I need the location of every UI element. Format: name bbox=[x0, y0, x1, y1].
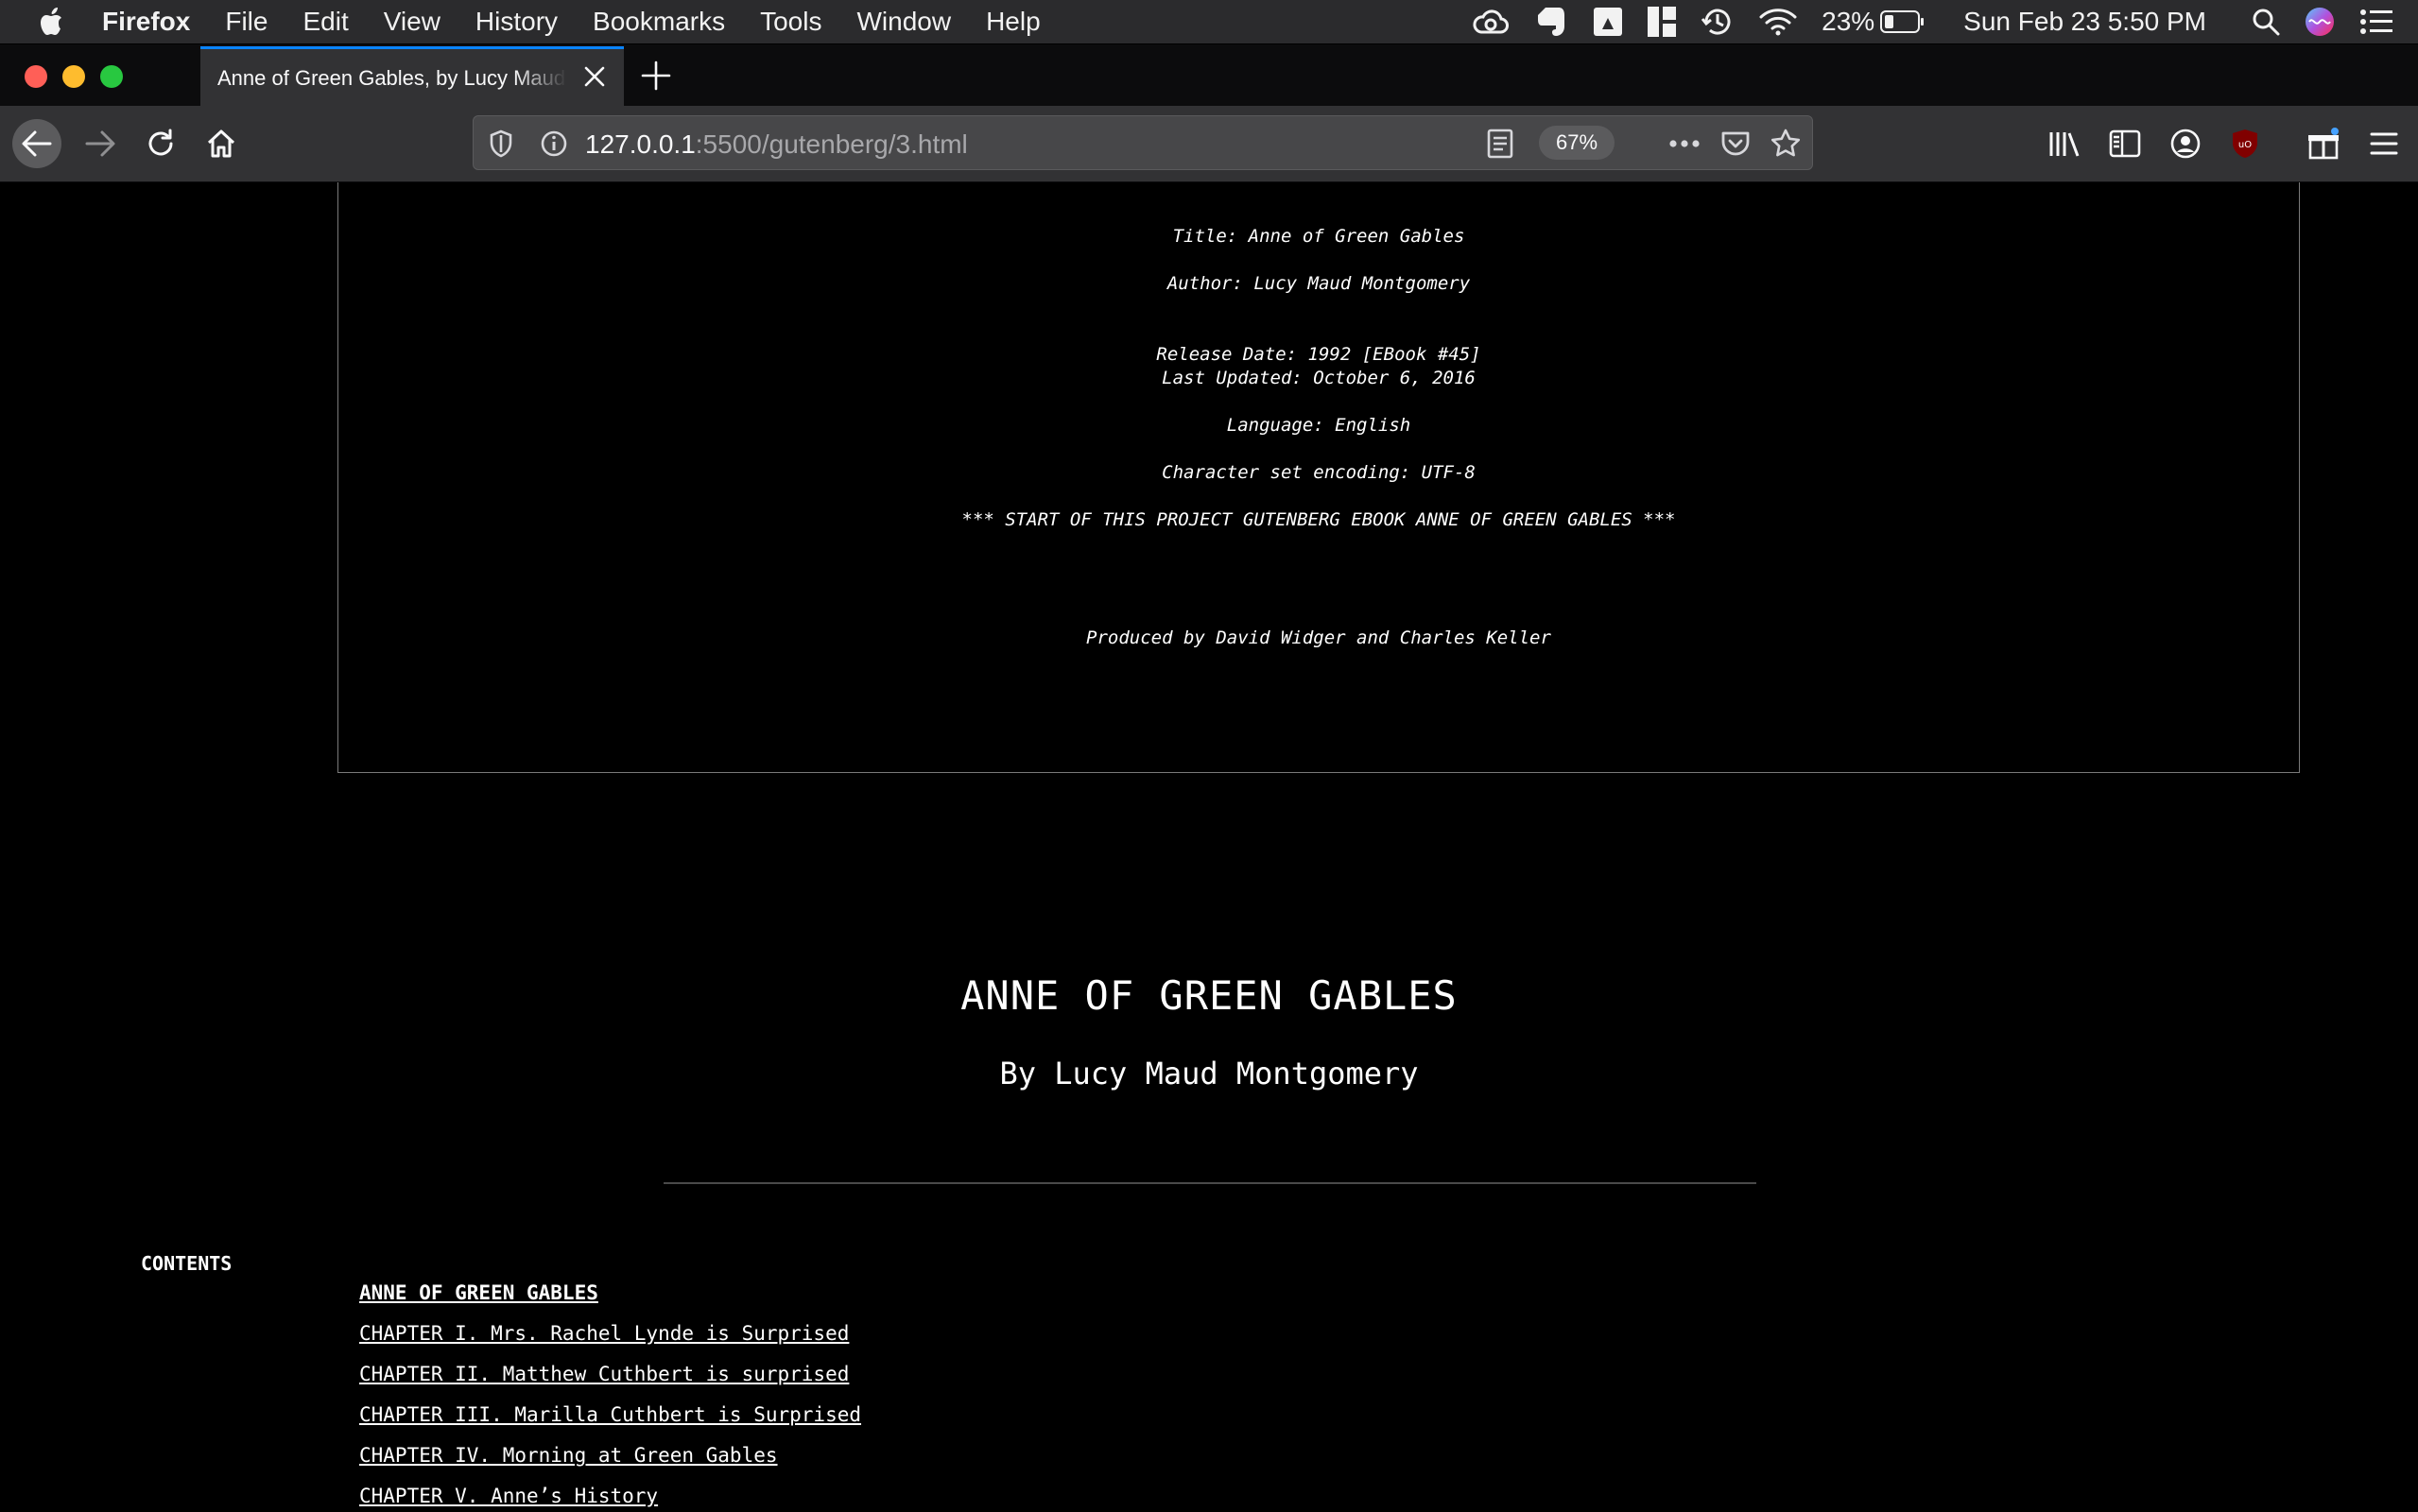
book-byline: By Lucy Maud Montgomery bbox=[999, 1056, 1419, 1091]
toc-item: ANNE OF GREEN GABLES bbox=[359, 1281, 861, 1322]
spotlight-search-icon[interactable] bbox=[2252, 8, 2280, 36]
page-actions-icon[interactable] bbox=[1668, 128, 1701, 160]
header-release-date: Release Date: 1992 [EBook #45] bbox=[1156, 344, 1481, 365]
toc-item: CHAPTER II. Matthew Cuthbert is surprise… bbox=[359, 1363, 861, 1403]
header-title: Title: Anne of Green Gables bbox=[1172, 226, 1465, 247]
header-start-marker: *** START OF THIS PROJECT GUTENBERG EBOO… bbox=[961, 509, 1676, 530]
site-info-icon[interactable] bbox=[538, 128, 570, 160]
header-encoding: Character set encoding: UTF-8 bbox=[1162, 462, 1476, 483]
reload-icon bbox=[148, 129, 173, 156]
gutenberg-header-box: Title: Anne of Green Gables Author: Lucy… bbox=[337, 182, 2300, 773]
zoom-level-button[interactable]: 67% bbox=[1539, 126, 1615, 160]
window-minimize-button[interactable] bbox=[62, 65, 85, 88]
header-produced-by: Produced by David Widger and Charles Kel… bbox=[1086, 627, 1551, 648]
section-divider bbox=[664, 1182, 1756, 1184]
menu-window[interactable]: Window bbox=[856, 7, 951, 37]
contents-heading: CONTENTS bbox=[141, 1252, 233, 1275]
battery-percent: 23% bbox=[1822, 7, 1875, 36]
sidebar-toggle-icon[interactable] bbox=[2108, 127, 2142, 161]
menubar-clock[interactable]: Sun Feb 23 5:50 PM bbox=[1963, 7, 2206, 37]
url-text[interactable]: 127.0.0.1:5500/gutenberg/3.html bbox=[585, 129, 968, 160]
battery-icon bbox=[1880, 10, 1925, 33]
menu-help[interactable]: Help bbox=[986, 7, 1041, 37]
toc-link-chapter-4[interactable]: CHAPTER IV. Morning at Green Gables bbox=[359, 1444, 778, 1467]
tab-title: Anne of Green Gables, by Lucy Maud Montg… bbox=[217, 65, 567, 90]
url-path: :5500/gutenberg/3.html bbox=[695, 129, 968, 159]
toc-item: CHAPTER IV. Morning at Green Gables bbox=[359, 1444, 861, 1485]
forward-button[interactable] bbox=[76, 119, 125, 168]
wifi-icon[interactable] bbox=[1759, 8, 1797, 36]
magnet-icon[interactable] bbox=[1648, 7, 1677, 37]
menu-edit[interactable]: Edit bbox=[302, 7, 348, 37]
siri-icon[interactable] bbox=[2305, 7, 2335, 37]
new-tab-icon[interactable] bbox=[640, 60, 672, 92]
page-content[interactable]: Title: Anne of Green Gables Author: Lucy… bbox=[0, 182, 2418, 1512]
menu-bookmarks[interactable]: Bookmarks bbox=[593, 7, 725, 37]
bookmark-star-icon[interactable] bbox=[1770, 128, 1802, 160]
navigation-toolbar: 127.0.0.1:5500/gutenberg/3.html 67% uO bbox=[0, 106, 2418, 182]
reload-button[interactable] bbox=[136, 119, 185, 168]
status-menus: 23% Sun Feb 23 5:50 PM bbox=[1472, 0, 2418, 43]
toc-link-book-title[interactable]: ANNE OF GREEN GABLES bbox=[359, 1281, 598, 1304]
window-zoom-button[interactable] bbox=[100, 65, 123, 88]
creative-cloud-icon[interactable] bbox=[1472, 8, 1510, 36]
tab-close-icon[interactable] bbox=[582, 64, 607, 89]
toc-link-chapter-5[interactable]: CHAPTER V. Anne’s History bbox=[359, 1485, 658, 1507]
macos-menu-bar: Firefox File Edit View History Bookmarks… bbox=[0, 0, 2418, 43]
hamburger-menu-icon[interactable] bbox=[2367, 127, 2401, 161]
svg-text:uO: uO bbox=[2238, 140, 2252, 150]
home-button[interactable] bbox=[197, 119, 246, 168]
toc-link-chapter-3[interactable]: CHAPTER III. Marilla Cuthbert is Surpris… bbox=[359, 1403, 861, 1426]
menu-history[interactable]: History bbox=[475, 7, 558, 37]
home-icon bbox=[207, 129, 235, 158]
apple-menu-icon[interactable] bbox=[36, 5, 70, 39]
library-icon[interactable] bbox=[2047, 127, 2081, 161]
pocket-icon[interactable] bbox=[1719, 128, 1752, 160]
back-arrow-icon bbox=[22, 130, 52, 157]
book-title: ANNE OF GREEN GABLES bbox=[960, 972, 1458, 1019]
url-host: 127.0.0.1 bbox=[585, 129, 696, 159]
menu-file[interactable]: File bbox=[225, 7, 268, 37]
time-machine-icon[interactable] bbox=[1701, 6, 1735, 38]
forward-arrow-icon bbox=[85, 130, 115, 157]
toc-item: CHAPTER V. Anne’s History bbox=[359, 1485, 861, 1512]
evernote-icon[interactable] bbox=[1534, 6, 1568, 38]
toc-item: CHAPTER III. Marilla Cuthbert is Surpris… bbox=[359, 1403, 861, 1444]
battery-status[interactable]: 23% bbox=[1822, 7, 1926, 37]
toc-item: CHAPTER I. Mrs. Rachel Lynde is Surprise… bbox=[359, 1322, 861, 1363]
reader-view-icon[interactable] bbox=[1484, 128, 1516, 160]
firefox-account-icon[interactable] bbox=[2168, 127, 2202, 161]
table-of-contents: ANNE OF GREEN GABLES CHAPTER I. Mrs. Rac… bbox=[359, 1281, 861, 1512]
window-close-button[interactable] bbox=[25, 65, 47, 88]
url-bar[interactable]: 127.0.0.1:5500/gutenberg/3.html 67% bbox=[473, 115, 1813, 170]
google-drive-icon[interactable] bbox=[1593, 7, 1623, 37]
tracking-protection-shield-icon[interactable] bbox=[485, 128, 517, 160]
notification-center-icon[interactable] bbox=[2359, 9, 2393, 35]
toc-link-chapter-2[interactable]: CHAPTER II. Matthew Cuthbert is surprise… bbox=[359, 1363, 849, 1385]
back-button[interactable] bbox=[12, 119, 61, 168]
menu-tools[interactable]: Tools bbox=[760, 7, 821, 37]
header-language: Language: English bbox=[1226, 415, 1411, 436]
extension-gift-icon[interactable] bbox=[2306, 127, 2340, 161]
active-tab[interactable]: Anne of Green Gables, by Lucy Maud Montg… bbox=[200, 46, 624, 107]
toc-link-chapter-1[interactable]: CHAPTER I. Mrs. Rachel Lynde is Surprise… bbox=[359, 1322, 849, 1345]
menu-view[interactable]: View bbox=[384, 7, 440, 37]
header-last-updated: Last Updated: October 6, 2016 bbox=[1162, 368, 1476, 388]
header-author: Author: Lucy Maud Montgomery bbox=[1166, 273, 1471, 294]
ublock-origin-icon[interactable]: uO bbox=[2228, 127, 2262, 161]
tab-strip: Anne of Green Gables, by Lucy Maud Montg… bbox=[0, 43, 2418, 107]
menu-app-name[interactable]: Firefox bbox=[102, 7, 190, 37]
